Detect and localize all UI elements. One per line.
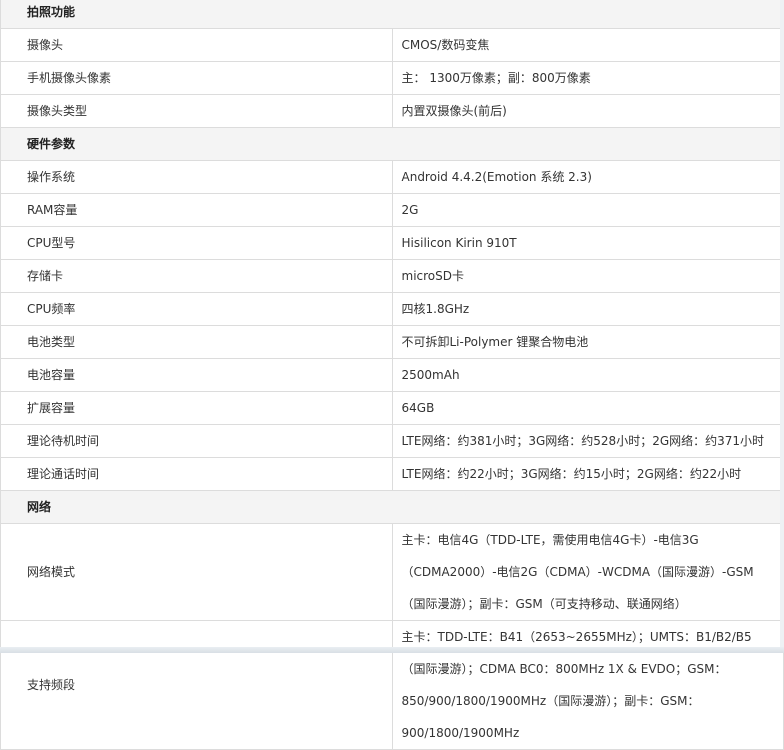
table-row: 手机摄像头像素 主： 1300万像素；副：800万像素: [0, 61, 784, 95]
spec-value: LTE网络：约22小时；3G网络：约15小时；2G网络：约22小时: [391, 457, 784, 491]
spec-value: Hisilicon Kirin 910T: [391, 226, 784, 260]
table-row: 存储卡 microSD卡: [0, 259, 784, 293]
table-row: 支持频段 主卡：TDD-LTE：B41（2653~2655MHz）；UMTS：B…: [0, 620, 784, 750]
section-title: 网络: [0, 490, 784, 524]
spec-label: 理论通话时间: [0, 457, 393, 491]
spec-label: 支持频段: [0, 620, 393, 750]
table-row: 电池容量 2500mAh: [0, 358, 784, 392]
spec-value: microSD卡: [391, 259, 784, 293]
spec-label: RAM容量: [0, 193, 393, 227]
table-row: 理论通话时间 LTE网络：约22小时；3G网络：约15小时；2G网络：约22小时: [0, 457, 784, 491]
spec-value: 2500mAh: [391, 358, 784, 392]
spec-label: 电池类型: [0, 325, 393, 359]
spec-value: 主卡：电信4G（TDD-LTE，需使用电信4G卡）-电信3G（CDMA2000）…: [391, 523, 784, 621]
section-header: 拍照功能: [0, 0, 784, 29]
spec-label: 存储卡: [0, 259, 393, 293]
table-row: 扩展容量 64GB: [0, 391, 784, 425]
table-row: RAM容量 2G: [0, 193, 784, 227]
table-row: 摄像头类型 内置双摄像头(前后): [0, 94, 784, 128]
spec-value: 64GB: [391, 391, 784, 425]
spec-value: 主卡：TDD-LTE：B41（2653~2655MHz）；UMTS：B1/B2/…: [391, 620, 784, 750]
spec-label: 手机摄像头像素: [0, 61, 393, 95]
window-bottom-edge: [0, 647, 784, 653]
spec-value: 不可拆卸Li-Polymer 锂聚合物电池: [391, 325, 784, 359]
spec-label: 网络模式: [0, 523, 393, 621]
table-row: 电池类型 不可拆卸Li-Polymer 锂聚合物电池: [0, 325, 784, 359]
section-header: 网络: [0, 490, 784, 524]
table-row: CPU型号 Hisilicon Kirin 910T: [0, 226, 784, 260]
spec-value: CMOS/数码变焦: [391, 28, 784, 62]
spec-value: LTE网络：约381小时；3G网络：约528小时；2G网络：约371小时: [391, 424, 784, 458]
spec-value: 主： 1300万像素；副：800万像素: [391, 61, 784, 95]
table-row: 摄像头 CMOS/数码变焦: [0, 28, 784, 62]
spec-label: CPU型号: [0, 226, 393, 260]
spec-label: 电池容量: [0, 358, 393, 392]
spec-label: 摄像头: [0, 28, 393, 62]
spec-table: 拍照功能 摄像头 CMOS/数码变焦 手机摄像头像素 主： 1300万像素；副：…: [0, 0, 784, 750]
spec-value: 四核1.8GHz: [391, 292, 784, 326]
table-row: 网络模式 主卡：电信4G（TDD-LTE，需使用电信4G卡）-电信3G（CDMA…: [0, 523, 784, 621]
table-row: CPU频率 四核1.8GHz: [0, 292, 784, 326]
section-title: 拍照功能: [0, 0, 784, 29]
spec-value: Android 4.4.2(Emotion 系统 2.3): [391, 160, 784, 194]
spec-label: 理论待机时间: [0, 424, 393, 458]
table-row: 理论待机时间 LTE网络：约381小时；3G网络：约528小时；2G网络：约37…: [0, 424, 784, 458]
spec-value: 内置双摄像头(前后): [391, 94, 784, 128]
spec-label: 扩展容量: [0, 391, 393, 425]
spec-label: CPU频率: [0, 292, 393, 326]
spec-value: 2G: [391, 193, 784, 227]
spec-label: 操作系统: [0, 160, 393, 194]
spec-label: 摄像头类型: [0, 94, 393, 128]
scrollbar-edge: [780, 0, 784, 653]
table-row: 操作系统 Android 4.4.2(Emotion 系统 2.3): [0, 160, 784, 194]
section-header: 硬件参数: [0, 127, 784, 161]
section-title: 硬件参数: [0, 127, 784, 161]
